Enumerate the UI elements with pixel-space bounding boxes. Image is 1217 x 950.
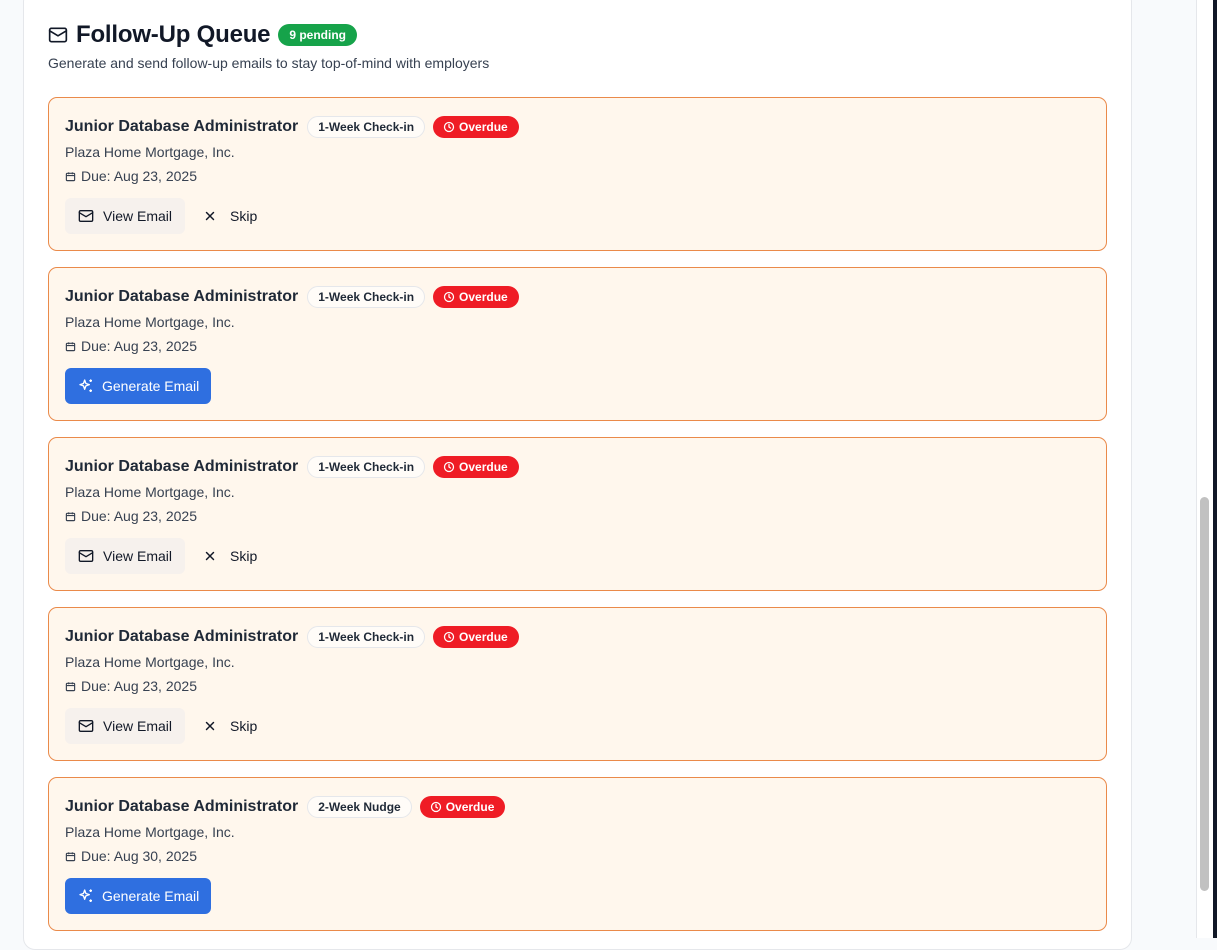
clock-icon xyxy=(430,801,441,813)
page-subtitle: Generate and send follow-up emails to st… xyxy=(48,55,490,71)
window-edge xyxy=(1213,0,1217,938)
overdue-badge: Overdue xyxy=(419,796,506,818)
follow-up-type-badge: 1-Week Check-in xyxy=(307,116,426,138)
sparkles-icon xyxy=(79,379,92,392)
follow-up-type-badge: 1-Week Check-in xyxy=(307,626,426,648)
due-date: Due: Aug 30, 2025 xyxy=(65,848,197,864)
generate-email-button[interactable]: Generate Email xyxy=(65,878,212,914)
due-date-label: Due: Aug 23, 2025 xyxy=(81,168,197,184)
calendar-icon xyxy=(65,681,76,691)
due-date: Due: Aug 23, 2025 xyxy=(65,678,197,694)
due-date-label: Due: Aug 23, 2025 xyxy=(81,678,197,694)
clock-icon xyxy=(443,121,455,133)
view-email-label: View Email xyxy=(103,548,172,564)
company-name: Plaza Home Mortgage, Inc. xyxy=(65,824,235,840)
follow-up-type-badge: 1-Week Check-in xyxy=(307,456,426,478)
overdue-badge: Overdue xyxy=(433,626,519,648)
follow-up-card: Junior Database Administrator 2-Week Nud… xyxy=(48,777,1107,931)
overdue-label: Overdue xyxy=(459,290,508,304)
due-date-label: Due: Aug 23, 2025 xyxy=(81,338,197,354)
job-title: Junior Database Administrator xyxy=(65,118,299,135)
follow-up-card: Junior Database Administrator 1-Week Che… xyxy=(48,607,1107,761)
view-email-button[interactable]: View Email xyxy=(65,708,185,744)
overdue-badge: Overdue xyxy=(433,286,519,308)
follow-up-card: Junior Database Administrator 1-Week Che… xyxy=(48,97,1107,251)
mail-icon xyxy=(78,720,94,732)
mail-icon xyxy=(48,25,68,45)
generate-email-button[interactable]: Generate Email xyxy=(65,368,212,404)
job-title: Junior Database Administrator xyxy=(65,628,299,645)
company-name: Plaza Home Mortgage, Inc. xyxy=(65,314,235,330)
close-icon xyxy=(205,721,215,731)
calendar-icon xyxy=(65,851,76,861)
view-email-button[interactable]: View Email xyxy=(65,538,185,574)
job-title: Junior Database Administrator xyxy=(65,798,299,815)
calendar-icon xyxy=(65,341,76,351)
mail-icon xyxy=(78,210,94,222)
page-title: Follow-Up Queue xyxy=(76,21,271,48)
mail-icon xyxy=(78,550,94,562)
sparkles-icon xyxy=(79,889,92,902)
overdue-badge: Overdue xyxy=(433,116,519,138)
job-title: Junior Database Administrator xyxy=(65,458,299,475)
overdue-label: Overdue xyxy=(459,120,508,134)
follow-up-type-badge: 2-Week Nudge xyxy=(307,796,412,818)
skip-label: Skip xyxy=(230,548,258,564)
calendar-icon xyxy=(65,171,76,181)
clock-icon xyxy=(443,631,455,643)
clock-icon xyxy=(443,291,455,303)
pending-count-badge: 9 pending xyxy=(278,24,357,46)
follow-up-card: Junior Database Administrator 1-Week Che… xyxy=(48,437,1107,591)
view-email-label: View Email xyxy=(103,208,172,224)
company-name: Plaza Home Mortgage, Inc. xyxy=(65,484,235,500)
generate-email-label: Generate Email xyxy=(102,378,200,394)
skip-button[interactable]: Skip xyxy=(191,538,269,574)
follow-up-card: Junior Database Administrator 1-Week Che… xyxy=(48,267,1107,421)
company-name: Plaza Home Mortgage, Inc. xyxy=(65,144,235,160)
skip-label: Skip xyxy=(230,718,258,734)
skip-button[interactable]: Skip xyxy=(191,198,269,234)
due-date: Due: Aug 23, 2025 xyxy=(65,508,197,524)
due-date: Due: Aug 23, 2025 xyxy=(65,168,197,184)
generate-email-label: Generate Email xyxy=(102,888,200,904)
due-date-label: Due: Aug 23, 2025 xyxy=(81,508,197,524)
overdue-label: Overdue xyxy=(459,460,508,474)
follow-up-type-badge: 1-Week Check-in xyxy=(307,286,426,308)
view-email-button[interactable]: View Email xyxy=(65,198,185,234)
overdue-label: Overdue xyxy=(445,800,495,814)
close-icon xyxy=(205,211,215,221)
calendar-icon xyxy=(65,511,76,521)
clock-icon xyxy=(443,461,455,473)
company-name: Plaza Home Mortgage, Inc. xyxy=(65,654,235,670)
view-email-label: View Email xyxy=(103,718,172,734)
skip-button[interactable]: Skip xyxy=(191,708,269,744)
skip-label: Skip xyxy=(230,208,258,224)
scrollbar-thumb[interactable] xyxy=(1200,497,1209,891)
due-date-label: Due: Aug 30, 2025 xyxy=(81,848,197,864)
overdue-badge: Overdue xyxy=(433,456,519,478)
due-date: Due: Aug 23, 2025 xyxy=(65,338,197,354)
queue-header: Follow-Up Queue 9 pending xyxy=(48,20,357,50)
job-title: Junior Database Administrator xyxy=(65,288,299,305)
close-icon xyxy=(205,551,215,561)
overdue-label: Overdue xyxy=(459,630,508,644)
